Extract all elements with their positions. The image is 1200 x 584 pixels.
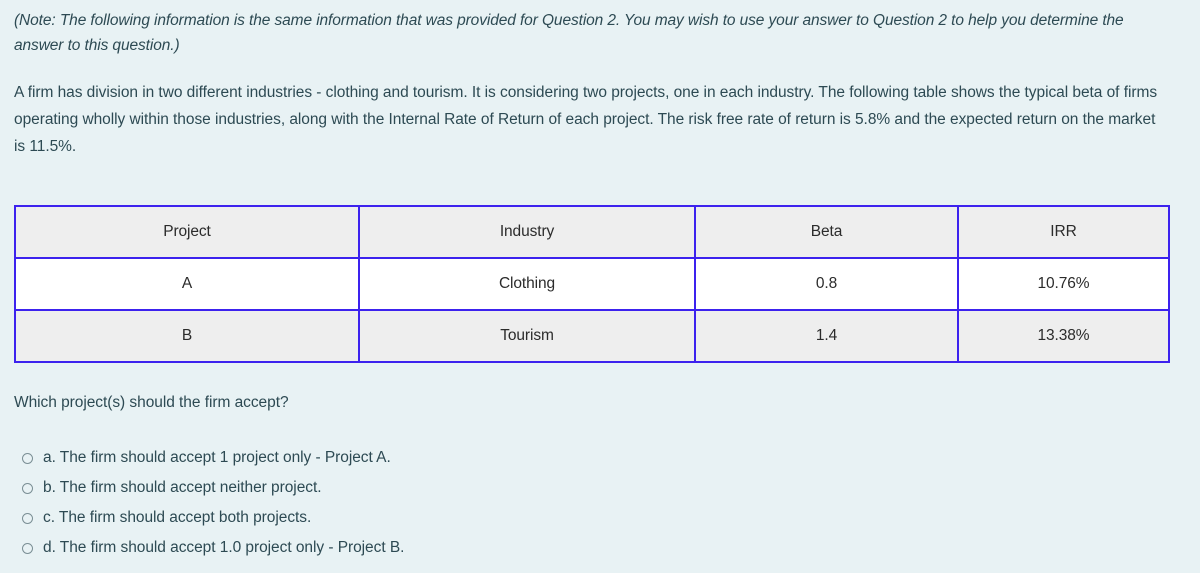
- note-text: (Note: The following information is the …: [14, 12, 1124, 54]
- table-row: A Clothing 0.8 10.76%: [14, 257, 1170, 311]
- column-header-irr: IRR: [957, 205, 1170, 259]
- option-b[interactable]: b. The firm should accept neither projec…: [22, 473, 922, 503]
- cell-industry: Tourism: [358, 309, 696, 363]
- cell-project: B: [14, 309, 360, 363]
- question-prompt: Which project(s) should the firm accept?: [14, 394, 289, 411]
- option-d-label: d. The firm should accept 1.0 project on…: [43, 539, 405, 556]
- column-header-industry: Industry: [358, 205, 696, 259]
- radio-button-icon-c[interactable]: [22, 512, 33, 524]
- intro-paragraph: A firm has division in two different ind…: [14, 84, 1158, 155]
- table-row: B Tourism 1.4 13.38%: [14, 309, 1170, 363]
- option-d[interactable]: d. The firm should accept 1.0 project on…: [22, 533, 922, 563]
- project-table: Project Industry Beta IRR A Clothing 0.8…: [14, 205, 1170, 363]
- table-header: Project Industry Beta IRR: [14, 205, 1170, 259]
- cell-project: A: [14, 257, 360, 311]
- table-body: A Clothing 0.8 10.76% B Tourism 1.4 13.3…: [14, 257, 1170, 363]
- option-a[interactable]: a. The firm should accept 1 project only…: [22, 443, 922, 473]
- cell-irr: 13.38%: [957, 309, 1170, 363]
- column-header-project: Project: [14, 205, 360, 259]
- option-c[interactable]: c. The firm should accept both projects.: [22, 503, 922, 533]
- radio-button-icon-d[interactable]: [22, 542, 33, 554]
- cell-beta: 1.4: [694, 309, 959, 363]
- page-bottom-margin: [0, 573, 1200, 584]
- cell-beta: 0.8: [694, 257, 959, 311]
- column-header-beta: Beta: [694, 205, 959, 259]
- option-a-label: a. The firm should accept 1 project only…: [43, 449, 391, 466]
- radio-button-icon-b[interactable]: [22, 482, 33, 494]
- answer-options: a. The firm should accept 1 project only…: [22, 443, 922, 563]
- cell-industry: Clothing: [358, 257, 696, 311]
- question-page: (Note: The following information is the …: [0, 0, 1200, 573]
- cell-irr: 10.76%: [957, 257, 1170, 311]
- option-b-label: b. The firm should accept neither projec…: [43, 479, 322, 496]
- project-table-container: Project Industry Beta IRR A Clothing 0.8…: [14, 205, 1170, 363]
- radio-button-icon-a[interactable]: [22, 452, 33, 464]
- option-c-label: c. The firm should accept both projects.: [43, 509, 312, 526]
- table-header-row: Project Industry Beta IRR: [14, 205, 1170, 259]
